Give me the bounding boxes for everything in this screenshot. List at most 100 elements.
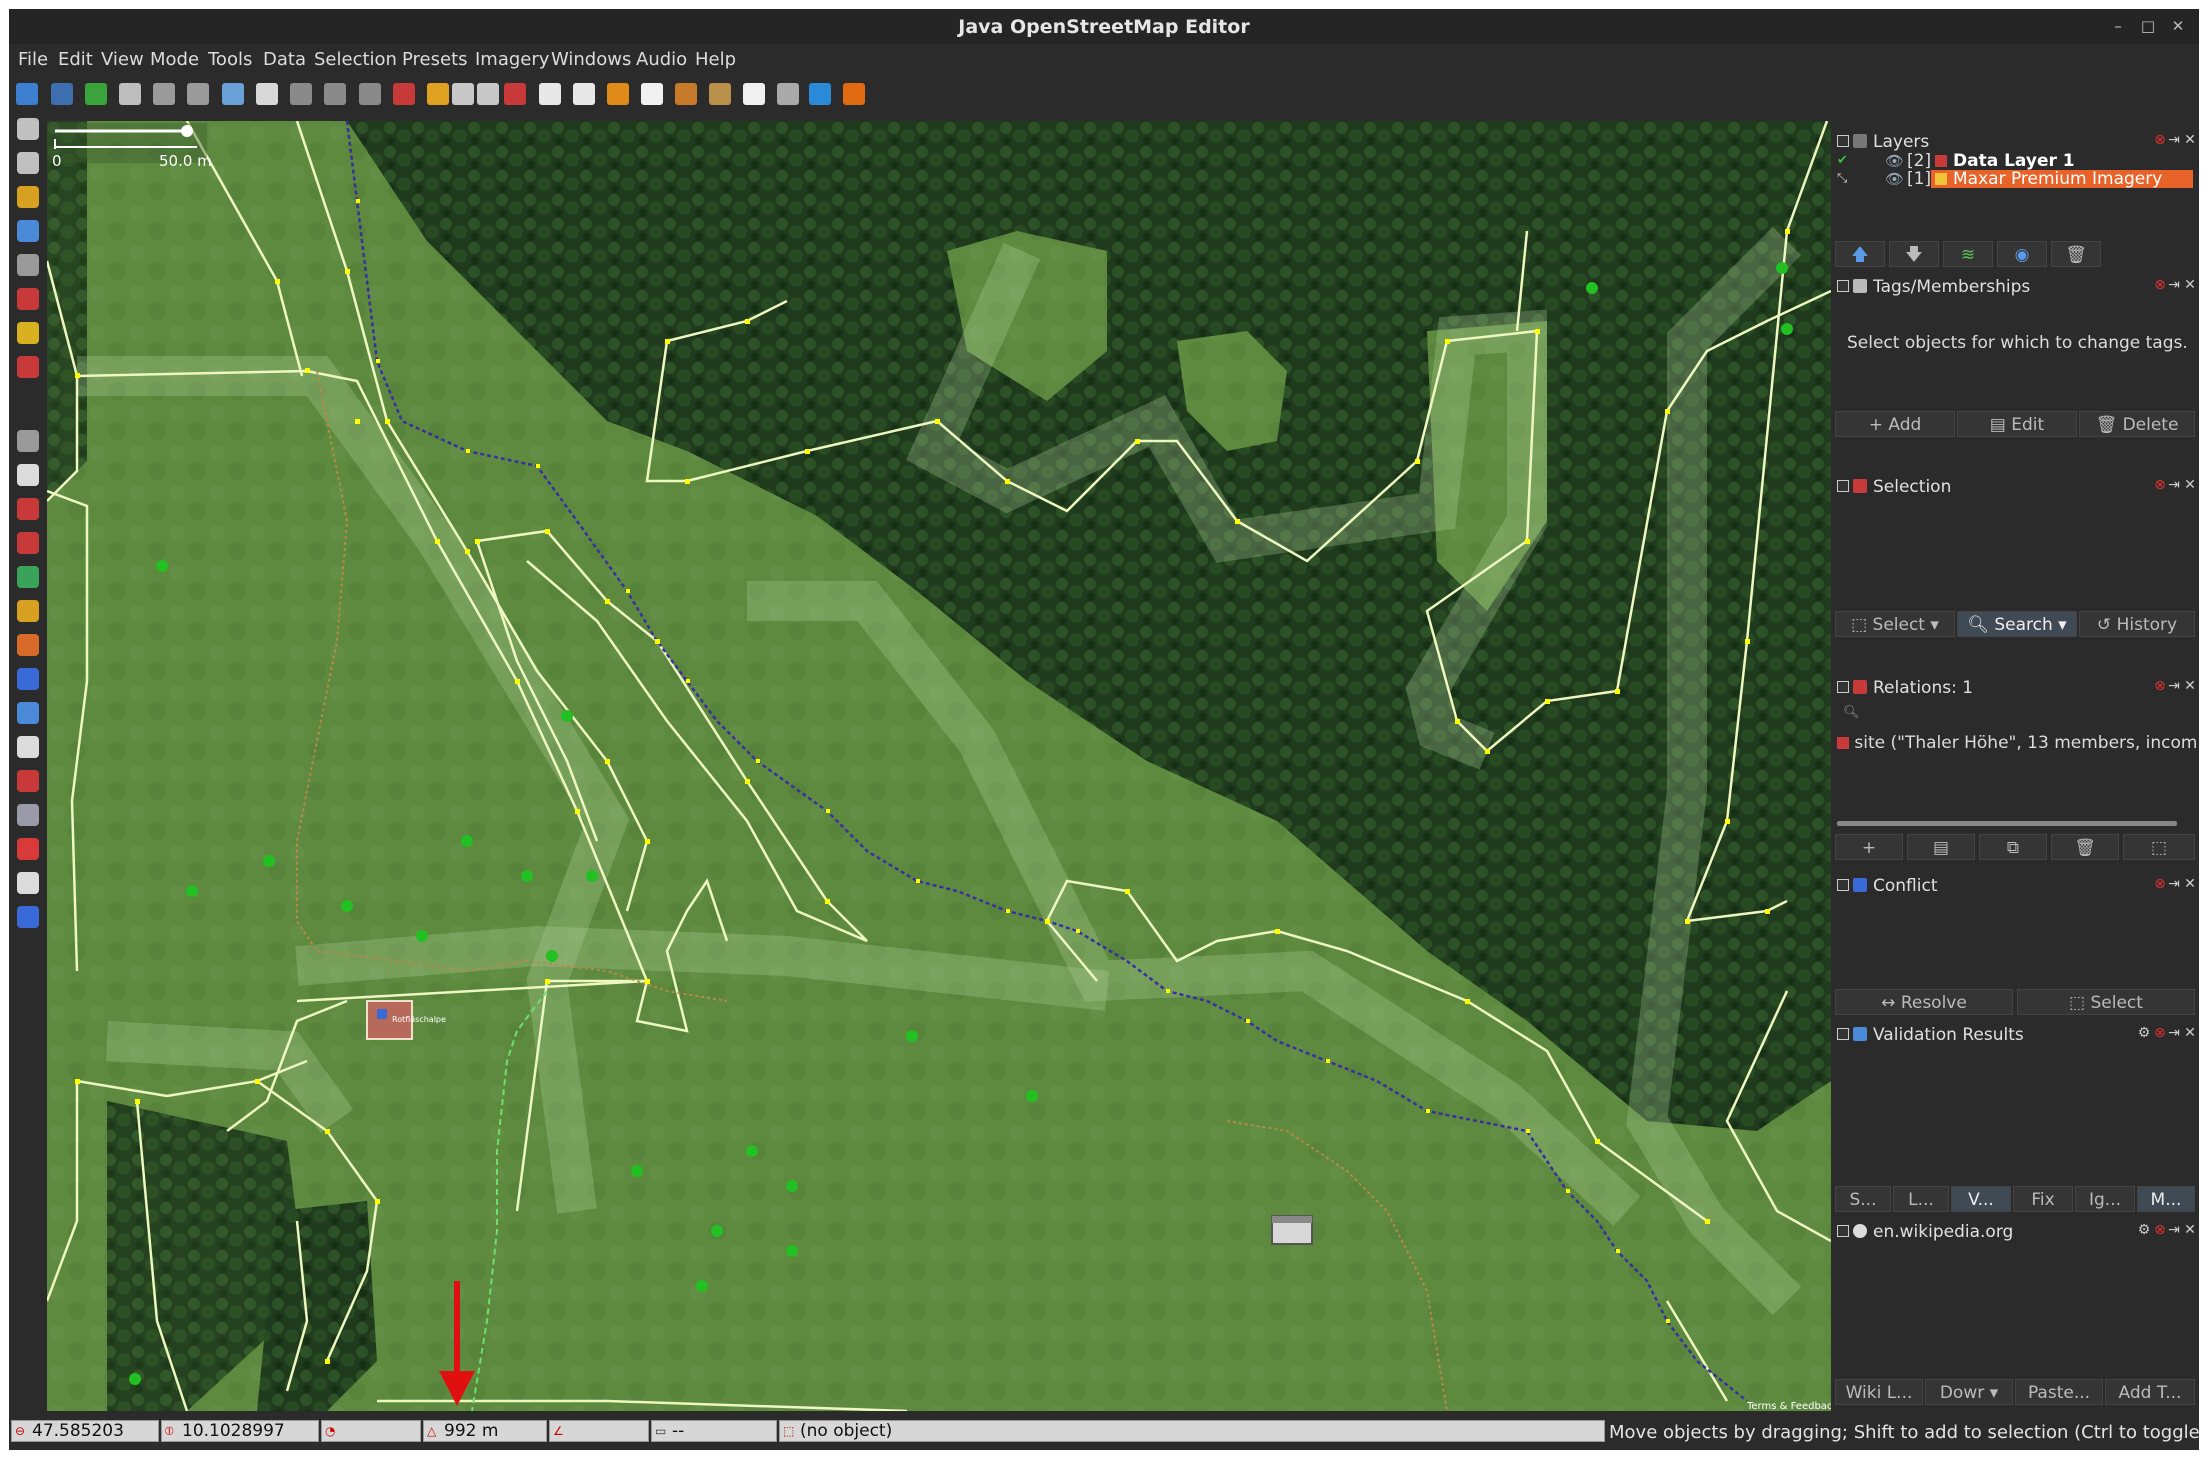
conflict-icon[interactable] <box>17 668 39 690</box>
new-relation-icon[interactable]: + <box>1835 834 1903 860</box>
panel-close-icon[interactable]: ✕ <box>2183 1223 2197 1237</box>
download-icon[interactable] <box>85 83 107 105</box>
undo-icon[interactable] <box>153 83 175 105</box>
relation-filter-input[interactable]: 🔍︎ <box>1843 705 2193 725</box>
delete-layer-icon[interactable]: 🗑 <box>2051 241 2101 267</box>
layer-eye-icon[interactable]: 👁 <box>1885 152 1904 170</box>
upload-icon[interactable] <box>119 83 141 105</box>
layer-move-icon[interactable]: ⤡ <box>1837 171 1847 186</box>
menu-edit[interactable]: Edit <box>58 49 93 70</box>
history-button[interactable]: ↺ History <box>2079 611 2195 637</box>
preset-road-icon[interactable] <box>452 83 474 105</box>
menu-view[interactable]: View <box>101 49 144 70</box>
layer-row-data[interactable]: ✔ 👁 [2] Data Layer 1 <box>1831 151 2199 171</box>
validation-lookup-button[interactable]: L... <box>1893 1186 1949 1212</box>
menu-file[interactable]: File <box>18 49 48 70</box>
panel-dock-icon[interactable]: ⊗ <box>2153 1026 2167 1040</box>
notes-icon[interactable] <box>17 804 39 826</box>
layers-icon[interactable] <box>17 430 39 452</box>
layer-row-imagery[interactable]: ⤡ 👁 [1] Maxar Premium Imagery <box>1831 169 2199 189</box>
zoom-mode-icon[interactable] <box>17 220 39 242</box>
preset-traffic-icon[interactable] <box>477 83 499 105</box>
map-canvas[interactable]: Rotfläschalpe 0 50.0 m Terms & Feedback <box>47 121 1831 1411</box>
panel-dock-icon[interactable]: ⊗ <box>2153 278 2167 292</box>
wiki-paste-button[interactable]: Paste... <box>2015 1379 2103 1405</box>
author-icon[interactable] <box>17 770 39 792</box>
select-conflict-button[interactable]: ⬚ Select <box>2017 989 2195 1015</box>
panel-collapse-toggle[interactable] <box>1837 480 1849 492</box>
panel-minimize-icon[interactable]: ⇥ <box>2167 478 2181 492</box>
validation-select-button[interactable]: S... <box>1835 1186 1891 1212</box>
preset-restaurant-icon[interactable] <box>641 83 663 105</box>
fix-button[interactable]: Fix <box>2013 1186 2073 1212</box>
tags-icon[interactable] <box>17 464 39 486</box>
selection-list-icon[interactable] <box>17 498 39 520</box>
simplify-way-icon[interactable] <box>393 83 415 105</box>
place-marker-icon[interactable] <box>17 838 39 860</box>
wiki-download-button[interactable]: Dowr ▾ <box>1925 1379 2013 1405</box>
relations-scrollbar[interactable] <box>1837 821 2177 826</box>
changeset-icon[interactable] <box>17 634 39 656</box>
panel-minimize-icon[interactable]: ⇥ <box>2167 133 2181 147</box>
scale-slider-handle[interactable] <box>181 125 193 137</box>
select-relation-icon[interactable]: ⬚ <box>2123 834 2195 860</box>
preset-car-icon[interactable] <box>539 83 561 105</box>
close-icon[interactable]: ✕ <box>2167 15 2189 37</box>
merge-layer-icon[interactable]: ≋ <box>1943 241 1993 267</box>
ignore-button[interactable]: Ig... <box>2075 1186 2135 1212</box>
reverse-way-icon[interactable] <box>359 83 381 105</box>
lasso-mode-icon[interactable] <box>17 152 39 174</box>
relation-list-item[interactable]: site ("Thaler Höhe", 13 members, incompl… <box>1837 733 2197 755</box>
preset-sport-icon[interactable] <box>743 83 765 105</box>
panel-minimize-icon[interactable]: ⇥ <box>2167 679 2181 693</box>
wikipedia-icon[interactable] <box>17 872 39 894</box>
panel-collapse-toggle[interactable] <box>1837 1028 1849 1040</box>
preset-emergency-icon[interactable] <box>607 83 629 105</box>
panel-collapse-toggle[interactable] <box>1837 879 1849 891</box>
menu-selection[interactable]: Selection <box>314 49 397 70</box>
extrude-mode-icon[interactable] <box>17 322 39 344</box>
panel-settings-icon[interactable]: ⚙ <box>2137 1223 2151 1237</box>
move-layer-up-icon[interactable]: 🡅 <box>1835 241 1885 267</box>
panel-minimize-icon[interactable]: ⇥ <box>2167 1223 2181 1237</box>
wiki-add-tag-button[interactable]: Add T... <box>2105 1379 2195 1405</box>
panel-collapse-toggle[interactable] <box>1837 280 1849 292</box>
preset-culture-icon[interactable] <box>675 83 697 105</box>
delete-tag-button[interactable]: 🗑 Delete <box>2079 411 2195 437</box>
menu-tools[interactable]: Tools <box>208 49 252 70</box>
redo-icon[interactable] <box>187 83 209 105</box>
map-paint-icon[interactable] <box>17 566 39 588</box>
open-file-icon[interactable] <box>16 83 38 105</box>
save-icon[interactable] <box>51 83 73 105</box>
relations-icon[interactable] <box>17 532 39 554</box>
show-hide-layer-icon[interactable]: ◉ <box>1997 241 2047 267</box>
parallel-mode-icon[interactable] <box>17 288 39 310</box>
history-icon[interactable] <box>17 600 39 622</box>
search-button[interactable]: 🔍︎ Search ▾ <box>1957 611 2077 637</box>
draw-mode-icon[interactable] <box>17 186 39 208</box>
edit-tag-button[interactable]: ▤ Edit <box>1957 411 2077 437</box>
preset-railway-icon[interactable] <box>504 83 526 105</box>
panel-collapse-toggle[interactable] <box>1837 681 1849 693</box>
combine-way-icon[interactable] <box>324 83 346 105</box>
split-way-icon[interactable] <box>290 83 312 105</box>
validator-icon[interactable] <box>17 702 39 724</box>
panel-dock-icon[interactable]: ⊗ <box>2153 478 2167 492</box>
panel-close-icon[interactable]: ✕ <box>2183 478 2197 492</box>
resolve-conflict-button[interactable]: ↔ Resolve <box>1835 989 2013 1015</box>
panel-dock-icon[interactable]: ⊗ <box>2153 877 2167 891</box>
menu-audio[interactable]: Audio <box>636 49 687 70</box>
layer-visible-checkbox[interactable]: ✔ <box>1837 153 1848 168</box>
panel-collapse-toggle[interactable] <box>1837 135 1849 147</box>
map-paint-button[interactable]: M... <box>2137 1186 2195 1212</box>
layer-eye-icon[interactable]: 👁 <box>1885 170 1904 188</box>
map-view[interactable]: Rotfläschalpe 0 50.0 m Terms & Feedback <box>47 121 1831 1411</box>
add-tag-button[interactable]: + Add <box>1835 411 1955 437</box>
panel-collapse-toggle[interactable] <box>1837 1225 1849 1237</box>
preset-landuse-icon[interactable] <box>709 83 731 105</box>
menu-presets[interactable]: Presets <box>402 49 468 70</box>
edit-relation-icon[interactable]: ▤ <box>1907 834 1975 860</box>
wiki-link-button[interactable]: Wiki L... <box>1835 1379 1923 1405</box>
menu-help[interactable]: Help <box>695 49 736 70</box>
preset-highway-icon[interactable] <box>427 83 449 105</box>
